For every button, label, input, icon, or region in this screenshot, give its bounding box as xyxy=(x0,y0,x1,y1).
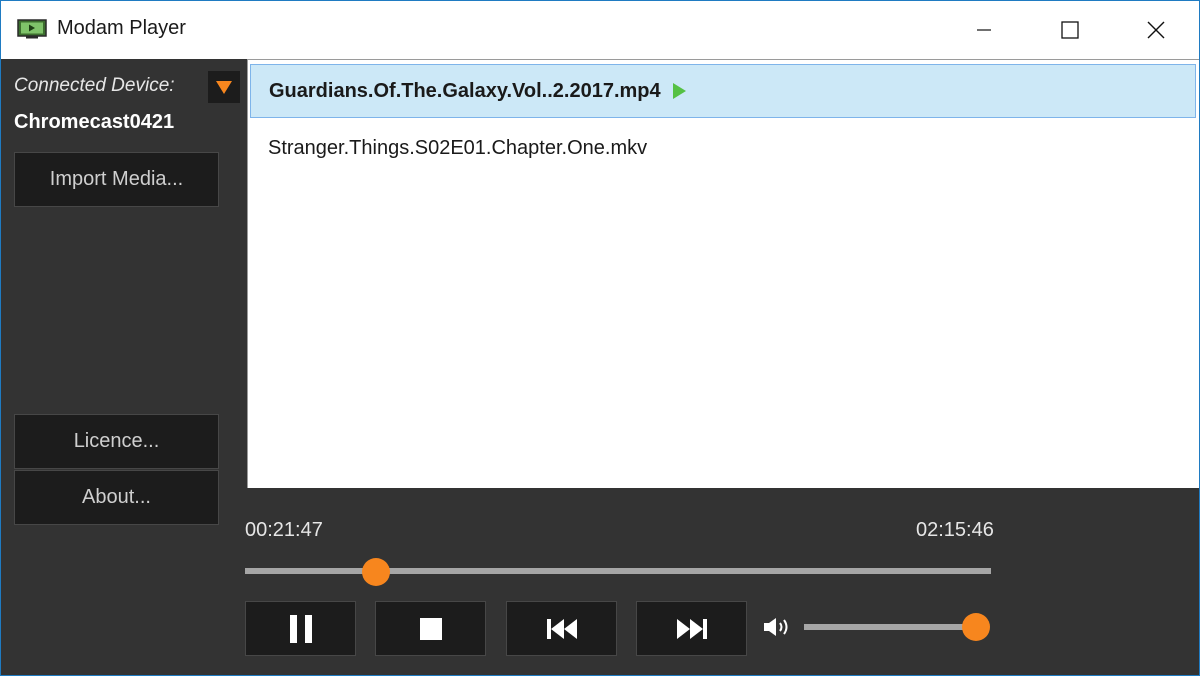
seek-slider[interactable] xyxy=(245,558,991,586)
playlist-item[interactable]: Stranger.Things.S02E01.Chapter.One.mkv xyxy=(250,121,1196,175)
seek-track[interactable] xyxy=(245,568,991,574)
volume-slider[interactable] xyxy=(804,613,990,641)
connected-device-label: Connected Device: xyxy=(14,75,175,96)
now-playing-icon xyxy=(672,83,686,99)
close-icon xyxy=(1147,21,1165,39)
maximize-icon xyxy=(1061,21,1079,39)
device-dropdown-button[interactable] xyxy=(208,71,240,103)
maximize-button[interactable] xyxy=(1027,1,1113,59)
app-window: Modam Player Connected Device: Chromecas… xyxy=(0,0,1200,676)
playlist-item[interactable]: Guardians.Of.The.Galaxy.Vol..2.2017.mp4 xyxy=(250,64,1196,118)
elapsed-time: 00:21:47 xyxy=(245,519,323,541)
close-button[interactable] xyxy=(1113,1,1199,59)
volume-icon[interactable] xyxy=(763,616,795,638)
seek-handle[interactable] xyxy=(361,558,390,586)
import-media-button[interactable]: Import Media... xyxy=(14,152,219,207)
next-button[interactable] xyxy=(636,601,747,656)
window-title: Modam Player xyxy=(57,17,186,39)
title-bar[interactable]: Modam Player xyxy=(1,1,1199,59)
previous-button[interactable] xyxy=(506,601,617,656)
about-button[interactable]: About... xyxy=(14,470,219,525)
playlist-item-title: Stranger.Things.S02E01.Chapter.One.mkv xyxy=(268,136,648,159)
triangle-down-icon xyxy=(216,81,232,94)
monitor-play-icon xyxy=(17,19,47,39)
playlist-item-title: Guardians.Of.The.Galaxy.Vol..2.2017.mp4 xyxy=(269,79,661,102)
pause-button[interactable] xyxy=(245,601,356,656)
minimize-button[interactable] xyxy=(941,1,1027,59)
pause-icon xyxy=(289,614,312,643)
device-name: Chromecast0421 xyxy=(14,111,175,133)
licence-button[interactable]: Licence... xyxy=(14,414,219,469)
playlist[interactable]: Guardians.Of.The.Galaxy.Vol..2.2017.mp4 … xyxy=(247,59,1199,488)
skip-previous-icon xyxy=(546,618,577,639)
stop-button[interactable] xyxy=(375,601,486,656)
total-time: 02:15:46 xyxy=(916,519,994,541)
sidebar: Connected Device: Chromecast0421 Import … xyxy=(1,59,245,675)
stop-icon xyxy=(419,617,442,640)
minimize-icon xyxy=(977,29,991,31)
volume-track[interactable] xyxy=(804,624,976,630)
skip-next-icon xyxy=(676,618,707,639)
volume-handle[interactable] xyxy=(962,613,990,641)
